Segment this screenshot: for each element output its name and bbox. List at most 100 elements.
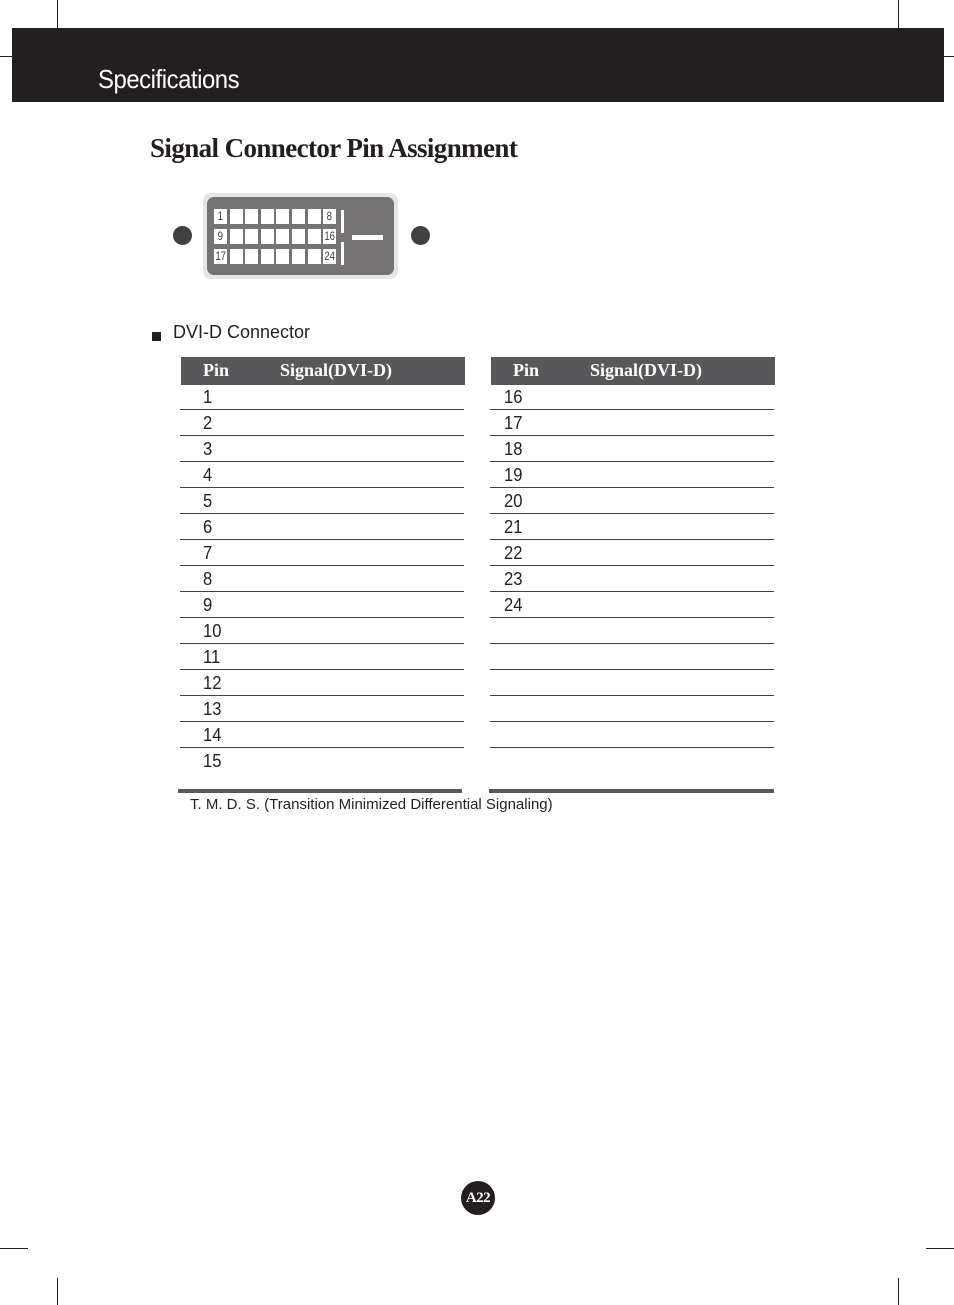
pin-number: 22 (504, 543, 523, 563)
pin-label: 9 (217, 229, 224, 243)
bullet-icon (152, 332, 161, 341)
page-title: Signal Connector Pin Assignment (150, 133, 518, 163)
pin-number: 9 (203, 595, 213, 615)
table-row: 1 (180, 384, 464, 410)
table-row: 22 (490, 540, 774, 566)
pin-label: 16 (324, 229, 336, 243)
header-pin: Pin (203, 360, 230, 380)
table-row: 14 (180, 722, 464, 748)
pin-contact (276, 229, 290, 244)
pin-contact (292, 209, 305, 224)
pin-label: 24 (324, 249, 336, 263)
table-row: 5 (180, 488, 464, 514)
crop-mark (0, 1248, 28, 1249)
pin-number: 18 (504, 439, 523, 459)
crop-mark (944, 56, 954, 57)
pin-contact (229, 249, 243, 264)
pin-number: 8 (203, 569, 213, 589)
pin-label: 1 (217, 209, 224, 223)
pin-number: 23 (504, 569, 523, 589)
table-row (490, 696, 774, 722)
pin-number: 4 (203, 465, 213, 485)
pin-contact: 8 (323, 209, 337, 224)
table-row: 10 (180, 618, 464, 644)
section-label: DVI-D Connector (173, 322, 311, 342)
pin-contact (276, 249, 290, 264)
pin-label: 8 (327, 209, 333, 223)
pin-contact (307, 209, 321, 224)
connector-key-upper (341, 210, 344, 233)
pin-number: 20 (504, 491, 523, 511)
table-row: 8 (180, 566, 464, 592)
table-row: 20 (490, 488, 774, 514)
table-row: 12 (180, 670, 464, 696)
table-row (490, 670, 774, 696)
pin-contact (260, 229, 274, 244)
pin-number: 11 (203, 647, 221, 667)
table-row: 16 (490, 384, 774, 410)
table-row: 21 (490, 514, 774, 540)
table-row: 2 (180, 410, 464, 436)
header-signal: Signal(DVI-D) (590, 360, 703, 380)
pin-number: 16 (504, 387, 523, 407)
table-footer-rule (178, 789, 462, 793)
table-row (490, 722, 774, 748)
pin-contact (260, 249, 274, 264)
table-row: 23 (490, 566, 774, 592)
table-footer-rule (489, 789, 774, 793)
table-row: 6 (180, 514, 464, 540)
pin-number: 3 (203, 439, 213, 459)
pin-contact: 16 (323, 229, 337, 244)
table-row: 18 (490, 436, 774, 462)
pin-contact: 17 (214, 249, 227, 264)
crop-mark (898, 0, 899, 28)
pin-number: 10 (203, 621, 222, 641)
pin-contact (307, 229, 321, 244)
table-row: 13 (180, 696, 464, 722)
pin-number: 21 (504, 517, 523, 537)
pin-number: 24 (504, 595, 523, 615)
header-pin: Pin (513, 360, 540, 380)
pin-contact (292, 249, 305, 264)
pin-number: 7 (203, 543, 213, 563)
footnote: T. M. D. S. (Transition Minimized Differ… (190, 796, 553, 813)
crop-mark (926, 1248, 954, 1249)
header-title: Specifications (98, 64, 240, 94)
pin-contact (245, 209, 259, 224)
pin-number: 15 (203, 751, 222, 771)
pin-number: 12 (203, 673, 222, 693)
pin-label: 17 (215, 249, 227, 263)
crop-mark (898, 1278, 899, 1305)
pin-contact (292, 229, 305, 244)
table-row: 19 (490, 462, 774, 488)
table-header: Pin Signal(DVI-D) (491, 357, 775, 385)
pin-contact: 1 (214, 209, 227, 224)
pin-contact (245, 249, 259, 264)
pin-number: 1 (203, 387, 213, 407)
table-row (490, 748, 774, 774)
screw-right-icon (411, 226, 430, 245)
pin-number: 14 (203, 725, 222, 745)
crop-mark (57, 1278, 58, 1305)
table-row: 11 (180, 644, 464, 670)
pin-contact (229, 209, 243, 224)
pin-number: 5 (203, 491, 213, 511)
pin-contact: 24 (323, 249, 337, 264)
pin-number: 6 (203, 517, 213, 537)
pin-contact (245, 229, 259, 244)
table-row: 24 (490, 592, 774, 618)
header-signal: Signal(DVI-D) (280, 360, 393, 380)
crop-mark (0, 56, 12, 57)
pin-contact (307, 249, 321, 264)
pin-contact: 9 (214, 229, 227, 244)
pin-contact (229, 229, 243, 244)
page-number-badge: A22 (461, 1181, 495, 1215)
table-row (490, 644, 774, 670)
pin-contact (276, 209, 290, 224)
table-row: 7 (180, 540, 464, 566)
table-row: 4 (180, 462, 464, 488)
table-row: 17 (490, 410, 774, 436)
table-row (490, 618, 774, 644)
pin-number: 2 (203, 413, 213, 433)
table-row: 15 (180, 748, 464, 774)
